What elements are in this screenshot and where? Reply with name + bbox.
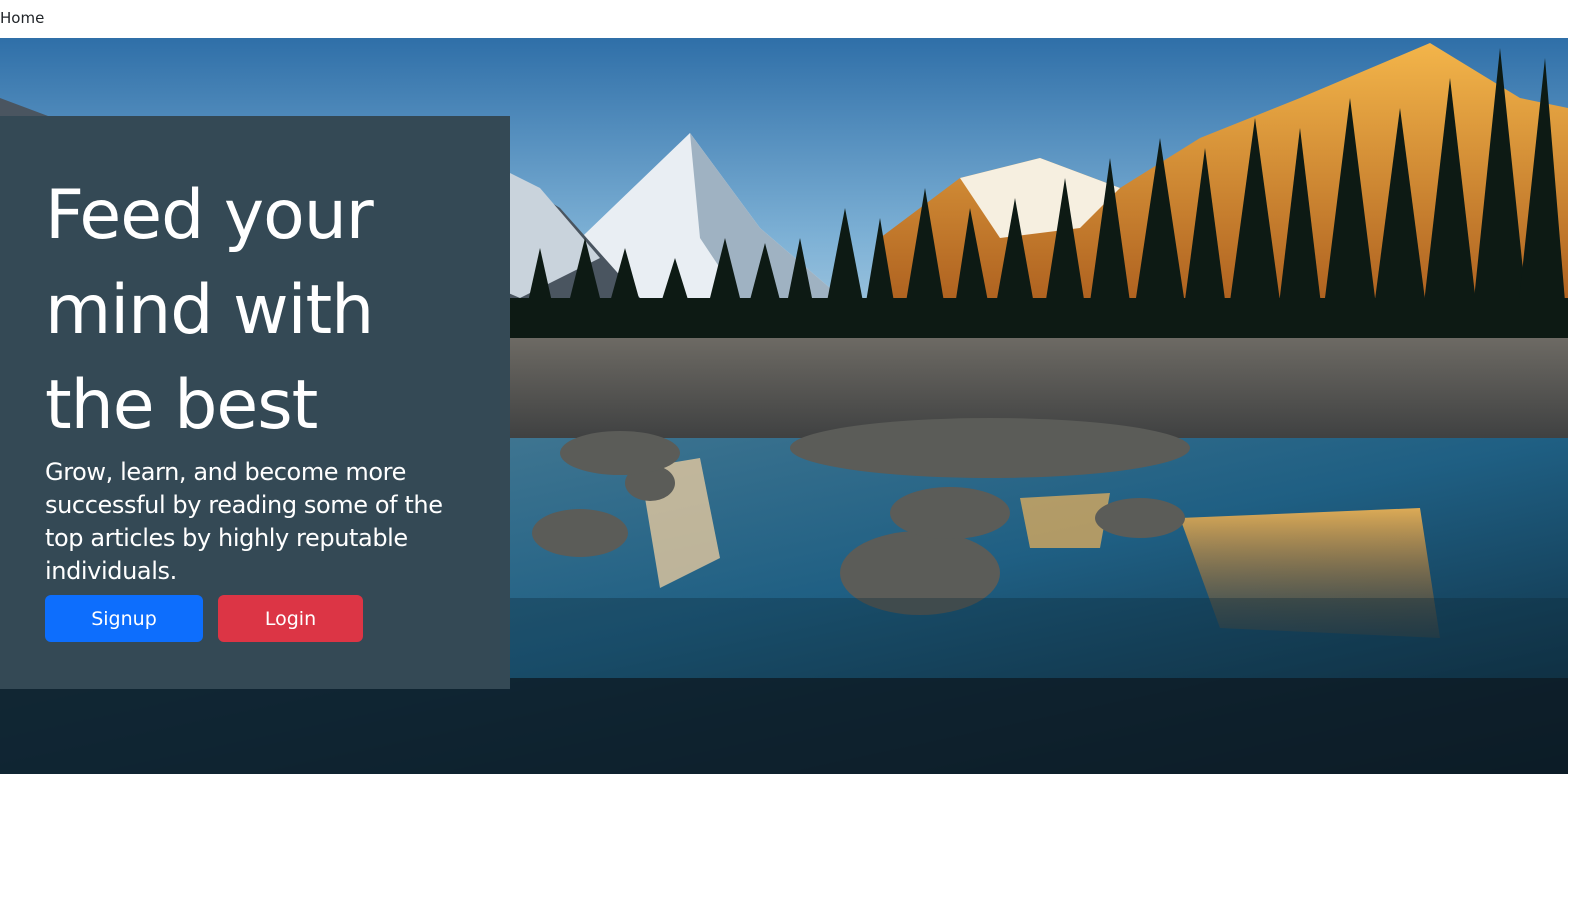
hero-lead-text: Grow, learn, and become more successful …	[45, 458, 443, 585]
login-button[interactable]: Login	[218, 595, 363, 642]
top-nav: Home	[0, 0, 1592, 38]
signup-button[interactable]: Signup	[45, 595, 203, 642]
hero-panel: Feed your mind with the best Grow, learn…	[0, 116, 510, 689]
hero-headline: Feed your mind with the best	[45, 176, 374, 445]
nav-home-link[interactable]: Home	[0, 9, 44, 27]
hero-section: Feed your mind with the best Grow, learn…	[0, 38, 1568, 774]
